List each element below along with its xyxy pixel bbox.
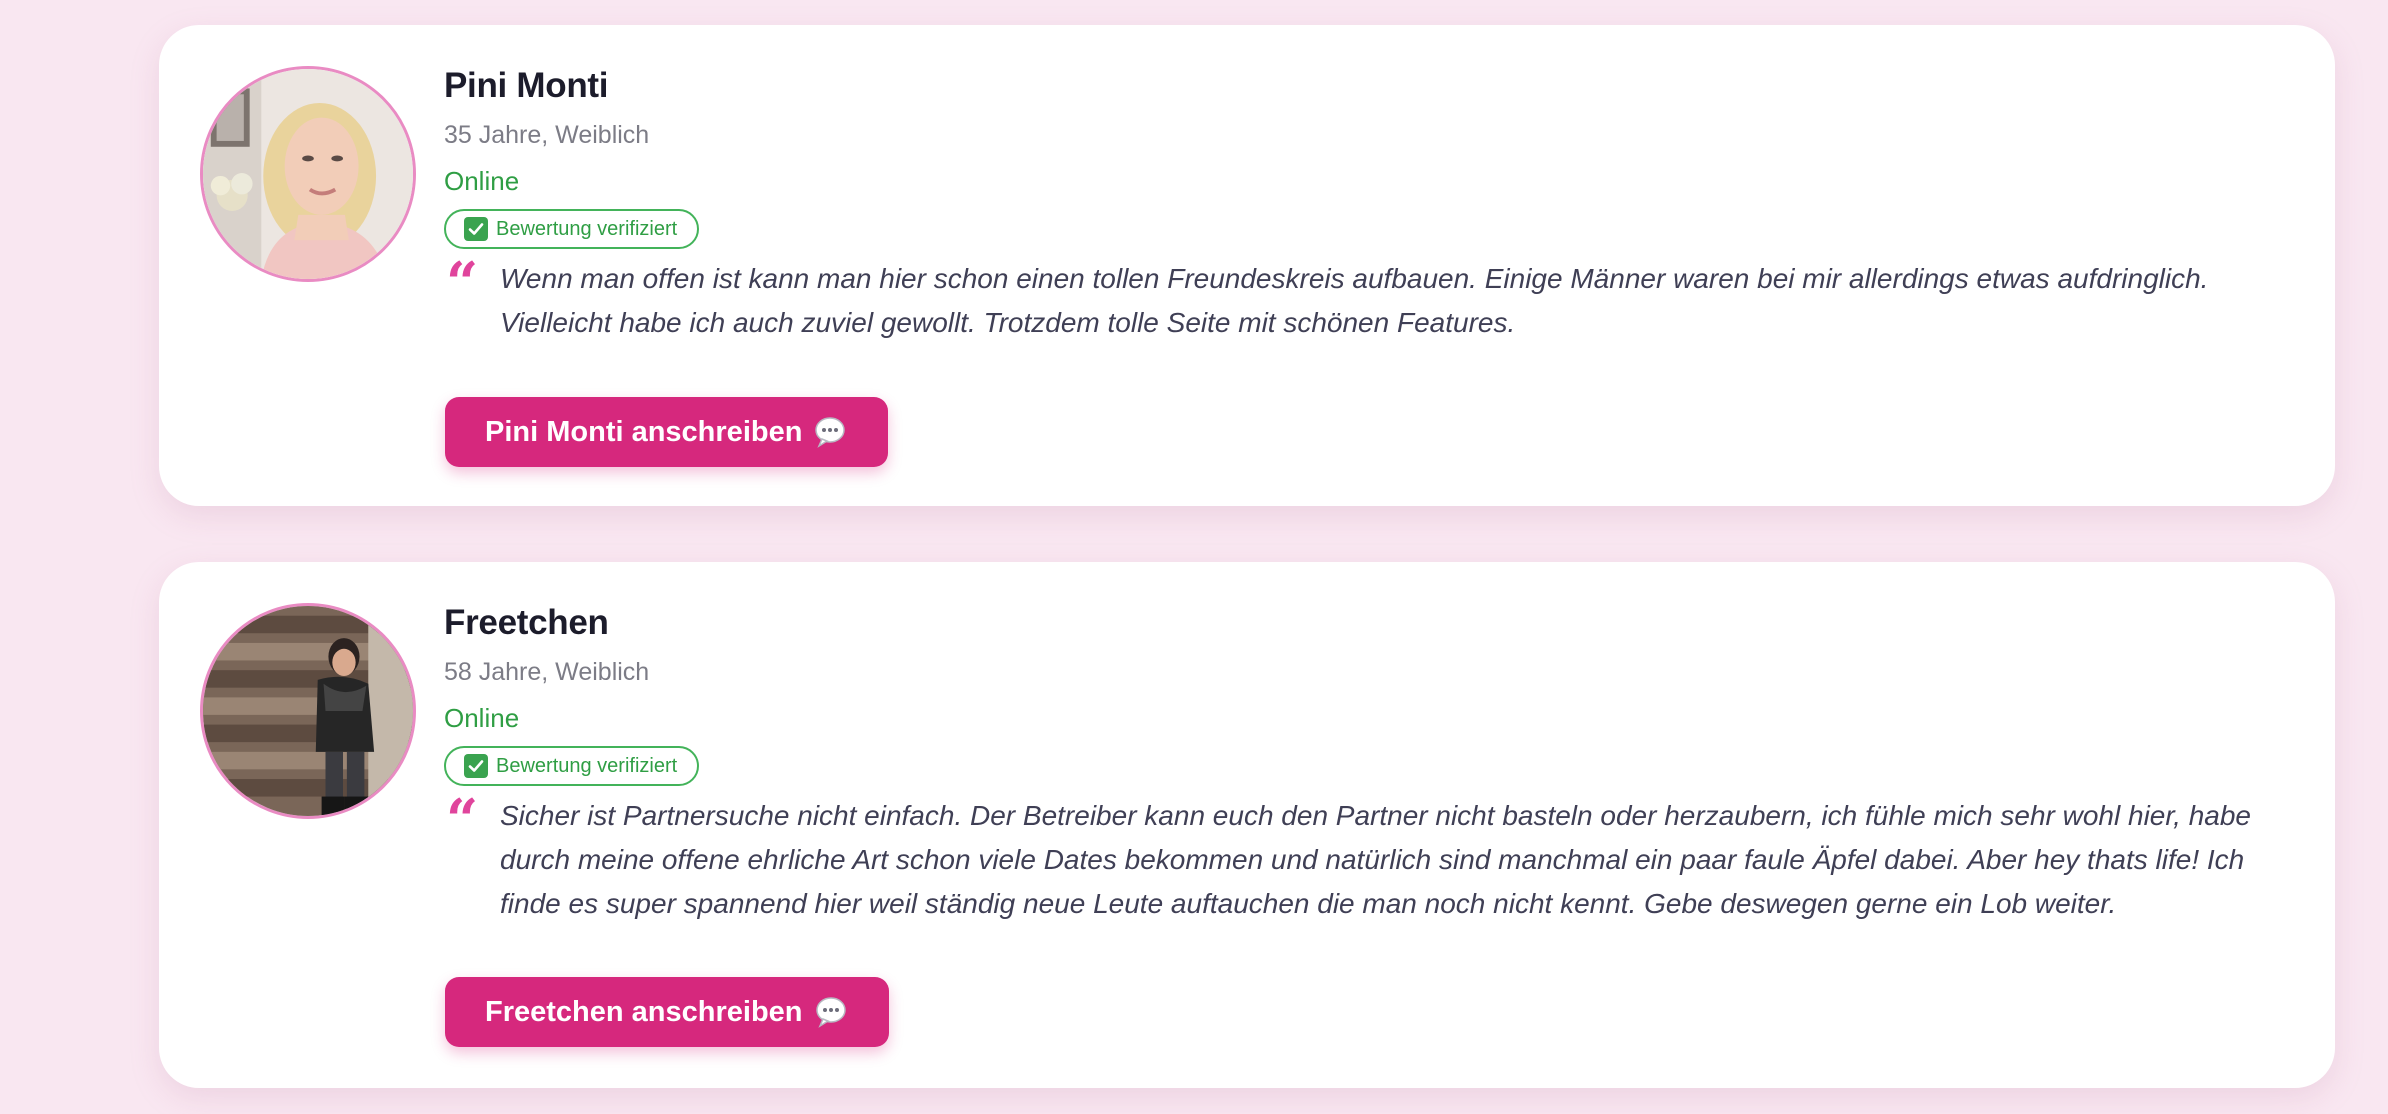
verified-badge-label: Bewertung verifiziert: [496, 754, 678, 777]
speech-bubble-icon: [813, 994, 849, 1030]
speech-bubble-icon: [812, 414, 848, 450]
message-button[interactable]: Freetchen anschreiben: [445, 977, 889, 1047]
verified-badge: Bewertung verifiziert: [444, 209, 700, 249]
review-quote-text: Sicher ist Partnersuche nicht einfach. D…: [500, 800, 2251, 919]
reviewer-name: Pini Monti: [444, 66, 609, 105]
verified-badge: Bewertung verifiziert: [444, 746, 700, 786]
review-card: Freetchen 58 Jahre, Weiblich Online Bewe…: [159, 562, 2335, 1088]
review-content: Pini Monti 35 Jahre, Weiblich Online Bew…: [444, 65, 2295, 345]
review-card: Pini Monti 35 Jahre, Weiblich Online Bew…: [159, 25, 2335, 506]
check-icon: [464, 754, 488, 778]
review-content: Freetchen 58 Jahre, Weiblich Online Bewe…: [444, 602, 2295, 926]
review-quote: “ Sicher ist Partnersuche nicht einfach.…: [444, 787, 2295, 926]
profile-photo-freetchen: [203, 606, 413, 816]
online-status: Online: [444, 703, 520, 733]
message-button[interactable]: Pini Monti anschreiben: [445, 397, 889, 467]
reviewer-age-gender: 35 Jahre, Weiblich: [444, 121, 650, 149]
avatar[interactable]: [200, 66, 416, 282]
online-status: Online: [444, 166, 520, 196]
avatar[interactable]: [200, 603, 416, 819]
profile-photo-pini-monti: [203, 69, 413, 279]
quote-mark-icon: “: [446, 787, 479, 853]
message-button-label: Pini Monti anschreiben: [485, 415, 803, 448]
review-quote-text: Wenn man offen ist kann man hier schon e…: [500, 263, 2209, 338]
review-quote: “ Wenn man offen ist kann man hier schon…: [444, 250, 2295, 345]
check-icon: [464, 217, 488, 241]
message-button-label: Freetchen anschreiben: [485, 995, 803, 1028]
verified-badge-label: Bewertung verifiziert: [496, 217, 678, 240]
reviewer-name: Freetchen: [444, 603, 609, 642]
quote-mark-icon: “: [446, 250, 479, 316]
reviewer-age-gender: 58 Jahre, Weiblich: [444, 658, 650, 686]
